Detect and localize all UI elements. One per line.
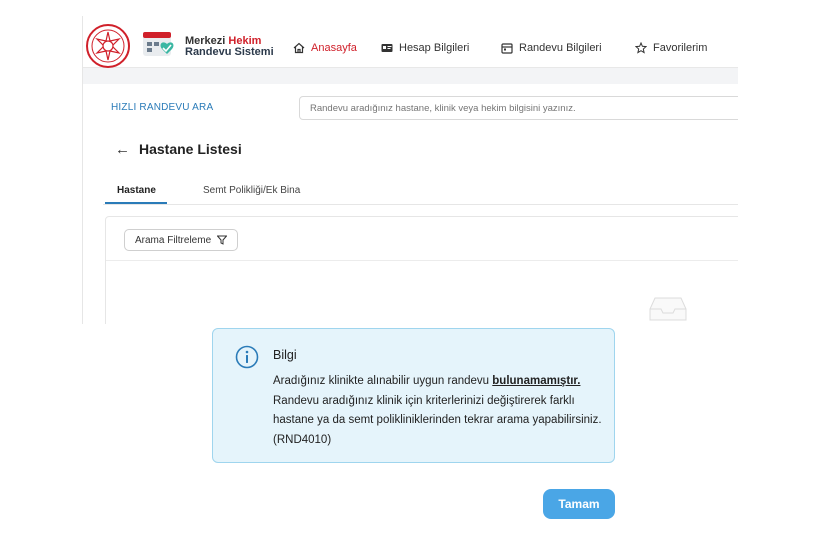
quick-search-label: HIZLI RANDEVU ARA	[111, 102, 214, 113]
calendar-heart-logo-icon	[143, 32, 174, 56]
header-shadow-band	[83, 68, 738, 84]
background-app: Merkezi Hekim Randevu Sistemi Anasayfa H…	[82, 16, 738, 324]
arrow-left-icon[interactable]: ←	[115, 141, 130, 158]
info-message: Aradığınız klinikte alınabilir uygun ran…	[273, 372, 603, 450]
info-message-part1: Aradığınız klinikte alınabilir uygun ran…	[273, 375, 490, 387]
nav-label: Randevu Bilgileri	[519, 42, 602, 54]
nav-label: Anasayfa	[311, 42, 357, 54]
nav-label: Favorilerim	[653, 42, 708, 54]
info-circle-icon	[235, 345, 259, 369]
star-icon	[635, 42, 647, 54]
filter-divider	[106, 260, 738, 261]
nav-anasayfa[interactable]: Anasayfa	[293, 42, 357, 54]
home-icon	[293, 42, 305, 54]
tab-semt-poliklinigi[interactable]: Semt Polikliği/Ek Bina	[203, 185, 300, 196]
search-filter-button[interactable]: Arama Filtreleme	[124, 229, 239, 251]
nav-favorilerim[interactable]: Favorilerim	[635, 42, 707, 54]
info-message-part2: Randevu aradığınız klinik için kriterler…	[273, 394, 602, 446]
tab-hastane[interactable]: Hastane	[117, 185, 156, 196]
nav-label: Hesap Bilgileri	[399, 42, 470, 54]
info-alert-box: Bilgi Aradığınız klinikte alınabilir uyg…	[212, 328, 615, 463]
top-navigation-bar: Merkezi Hekim Randevu Sistemi Anasayfa H…	[83, 16, 738, 68]
filter-card: Arama Filtreleme	[105, 216, 738, 324]
info-message-emphasis: bulunamamıştır.	[492, 375, 581, 387]
info-title: Bilgi	[273, 348, 297, 362]
app-logo-text: Merkezi Hekim Randevu Sistemi	[185, 36, 274, 58]
logo-line2: Randevu Sistemi	[185, 46, 274, 58]
empty-inbox-icon	[649, 297, 687, 321]
nav-randevu-bilgileri[interactable]: Randevu Bilgileri	[501, 42, 602, 54]
calendar-icon	[501, 43, 513, 54]
ministry-seal-icon	[86, 24, 130, 68]
tabs-divider	[103, 204, 738, 205]
nav-hesap-bilgileri[interactable]: Hesap Bilgileri	[381, 42, 469, 54]
ok-button[interactable]: Tamam	[543, 489, 615, 519]
filter-button-label: Arama Filtreleme	[135, 234, 212, 246]
id-card-icon	[381, 44, 393, 52]
quick-search-input[interactable]	[299, 96, 738, 120]
page-title: Hastane Listesi	[139, 141, 242, 157]
filter-funnel-icon	[217, 235, 228, 245]
